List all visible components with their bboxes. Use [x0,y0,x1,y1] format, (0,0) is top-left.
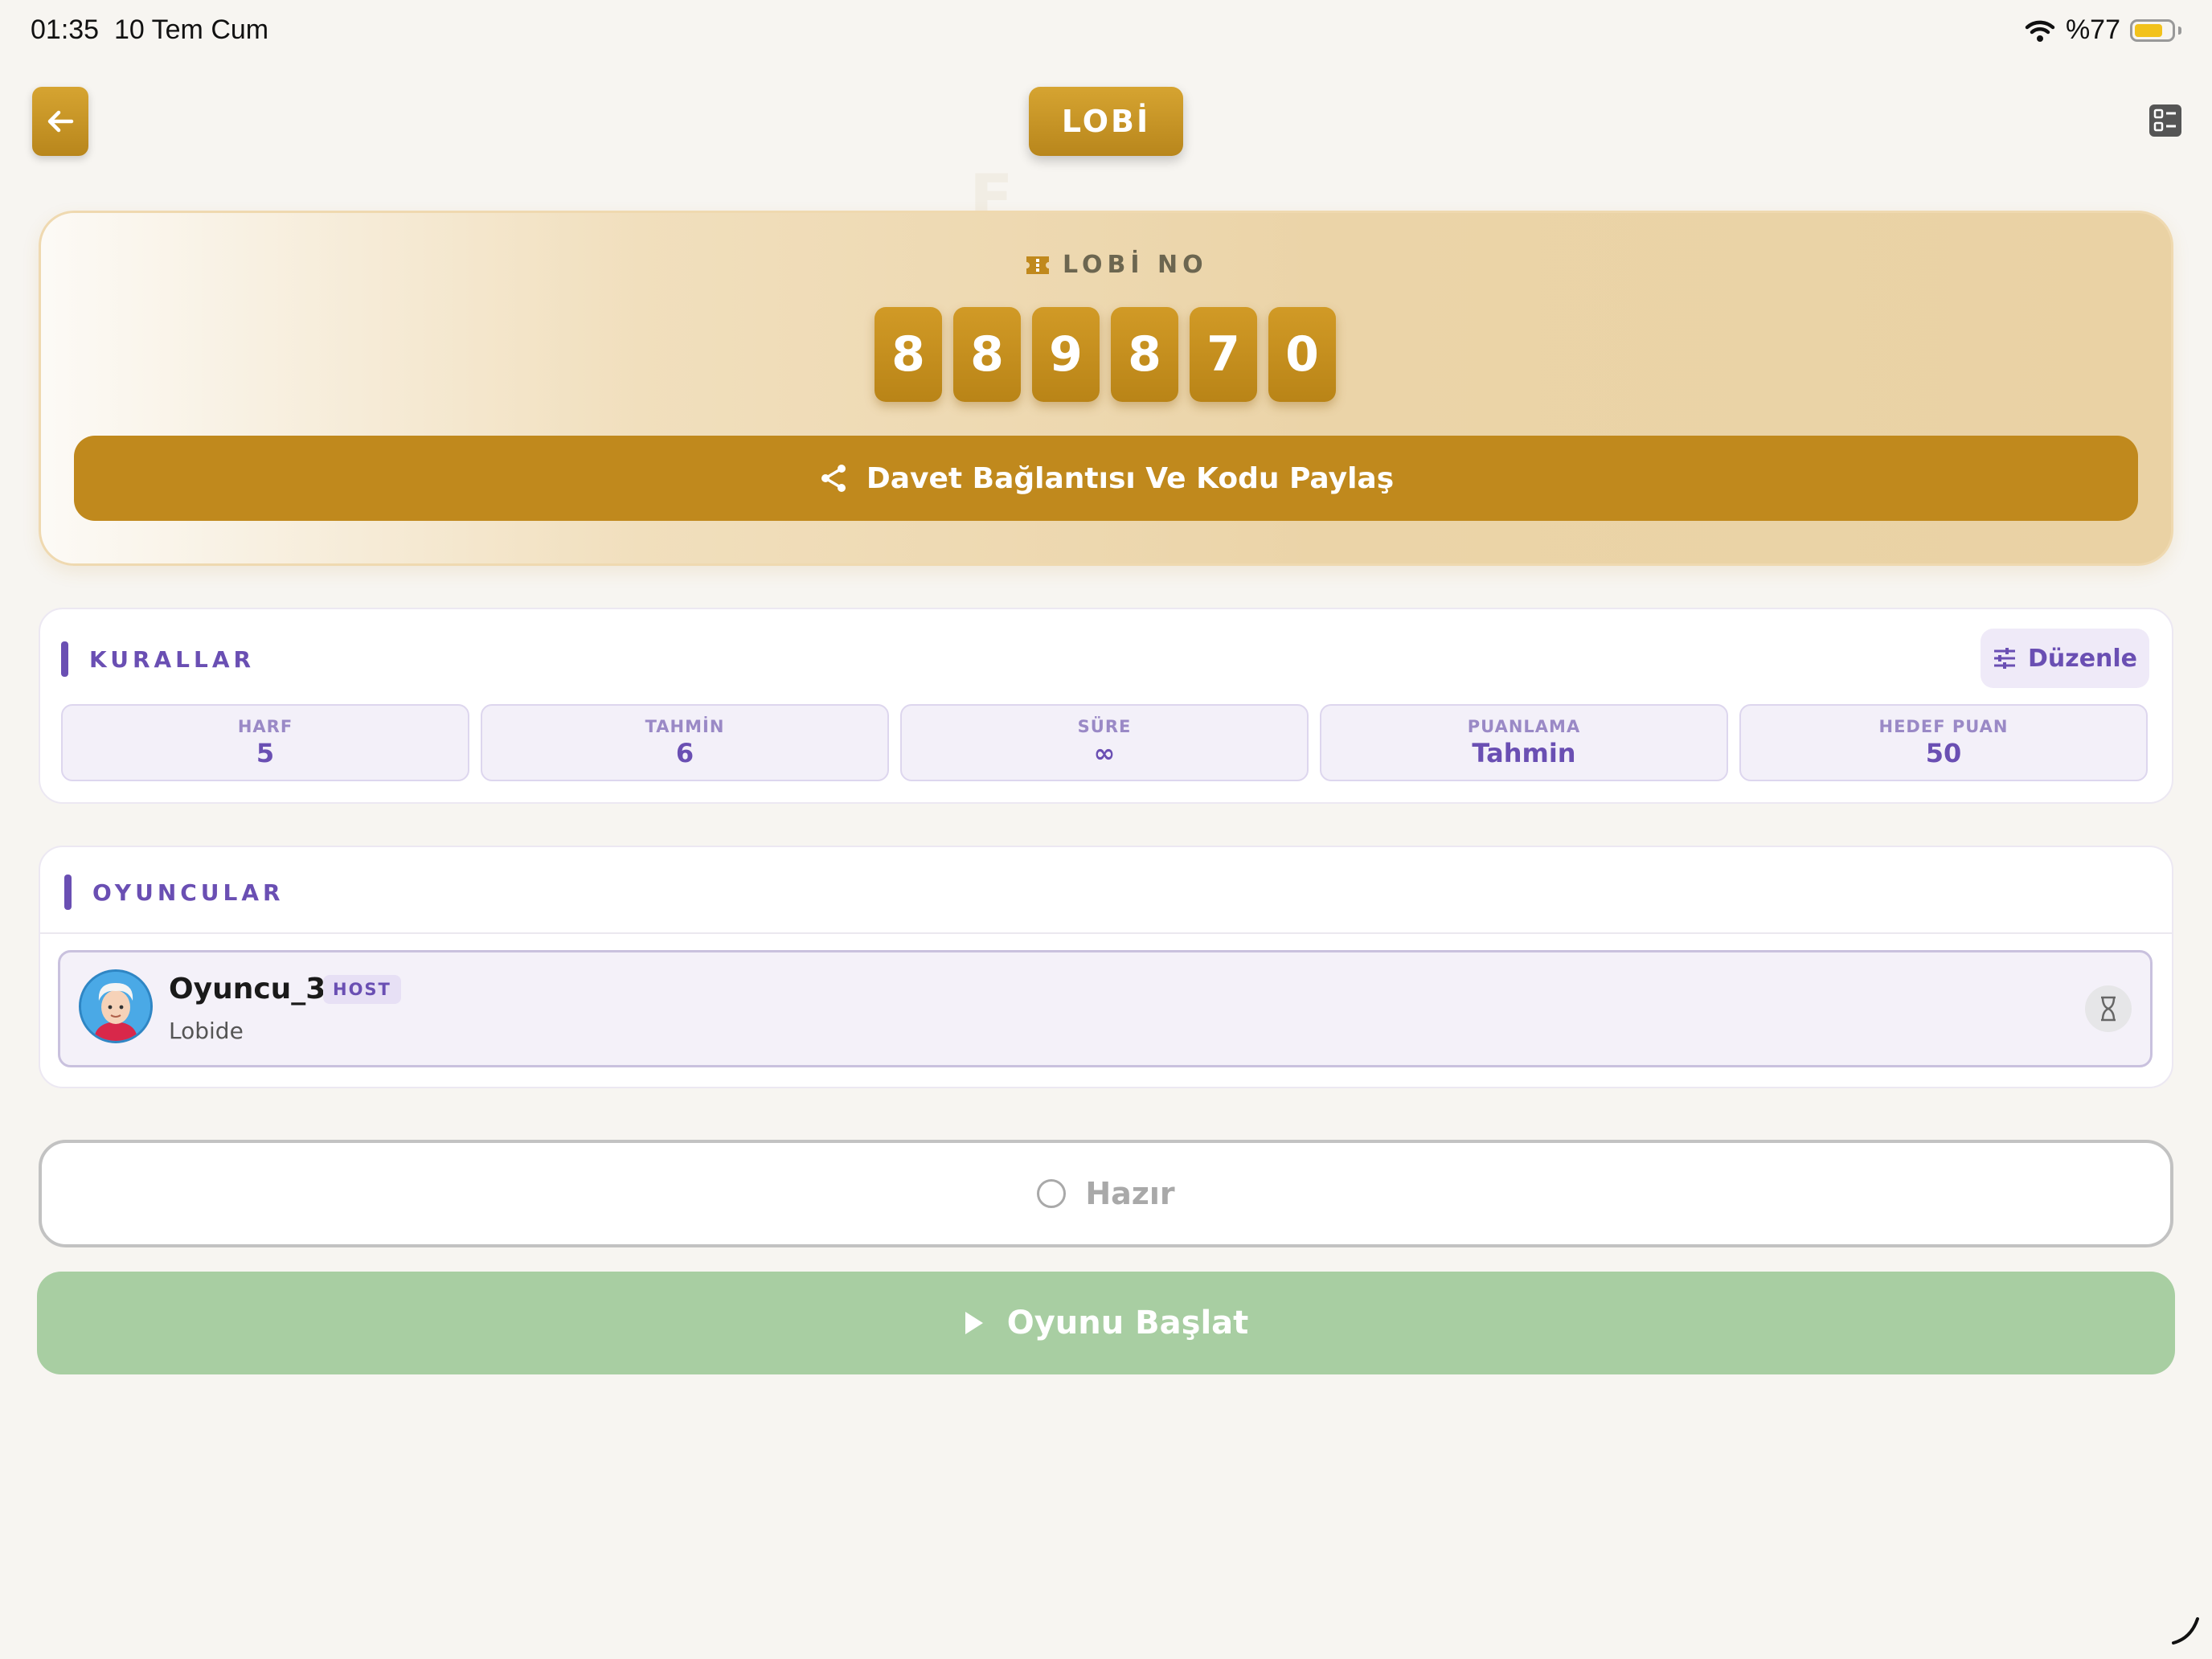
rule-label: PUANLAMA [1467,717,1581,736]
start-game-label: Oyunu Başlat [1006,1305,1249,1342]
ready-label: Hazır [1085,1176,1175,1211]
battery-percent: %77 [2065,14,2120,45]
avatar [79,969,153,1043]
lobby-code-digit: 0 [1268,307,1336,402]
rule-guesses: TAHMİN 6 [481,704,889,781]
rule-label: HARF [237,717,293,736]
lobby-code-digit: 8 [875,307,942,402]
ticket-icon [1026,256,1049,274]
share-invite-button[interactable]: Davet Bağlantısı Ve Kodu Paylaş [74,436,2138,521]
radio-circle-icon [1037,1179,1067,1208]
rule-scoring: PUANLAMA Tahmin [1320,704,1728,781]
rule-label: HEDEF PUAN [1878,717,2009,736]
lobby-code: 8 8 9 8 7 0 [875,307,1336,402]
rule-letters: HARF 5 [61,704,469,781]
battery-icon [2130,18,2175,42]
player-name: Oyuncu_3 [169,973,326,1006]
rules-section-title: KURALLAR [61,641,255,677]
rule-value: 6 [675,738,694,768]
avatar-illustration [81,972,150,1041]
edit-rules-button[interactable]: Düzenle [1981,629,2149,688]
players-section-title: OYUNCULAR [64,875,285,910]
status-date: 10 Tem Cum [114,14,269,45]
status-time: 01:35 10 Tem Cum [31,14,269,45]
rule-value: 50 [1925,738,1962,768]
page-title: LOBİ [1029,87,1183,156]
player-row[interactable] [58,950,2153,1067]
arrow-left-icon [47,110,74,133]
rule-label: SÜRE [1077,717,1132,736]
wifi-icon [2025,20,2055,42]
share-icon [821,465,846,492]
share-invite-label: Davet Bağlantısı Ve Kodu Paylaş [866,461,1395,495]
ready-button[interactable]: Hazır [39,1140,2173,1247]
lobby-code-digit: 9 [1032,307,1100,402]
rule-value: Tahmin [1472,738,1576,768]
sliders-icon [1993,648,2015,669]
rule-value: 5 [256,738,275,768]
lobby-code-label: LOBİ NO [1024,251,1208,279]
edit-rules-label: Düzenle [2027,644,2138,673]
waiting-indicator [2085,985,2132,1032]
play-icon [965,1312,983,1334]
player-status: Lobide [169,1018,244,1044]
scroll-corner-indicator [2172,1617,2199,1645]
lobby-code-digit: 8 [953,307,1021,402]
back-button[interactable] [32,87,88,156]
divider [40,932,2172,934]
list-view-icon[interactable] [2148,101,2183,140]
rule-target-score: HEDEF PUAN 50 [1739,704,2148,781]
rule-duration: SÜRE ∞ [900,704,1309,781]
hourglass-icon [2101,996,2116,1022]
start-game-button[interactable]: Oyunu Başlat [37,1272,2175,1374]
lobby-code-digit: 8 [1111,307,1178,402]
status-indicators: %77 [2024,14,2181,46]
lobby-code-digit: 7 [1190,307,1257,402]
rule-value: ∞ [1093,738,1116,768]
rule-label: TAHMİN [645,717,725,736]
host-badge: HOST [323,975,401,1004]
